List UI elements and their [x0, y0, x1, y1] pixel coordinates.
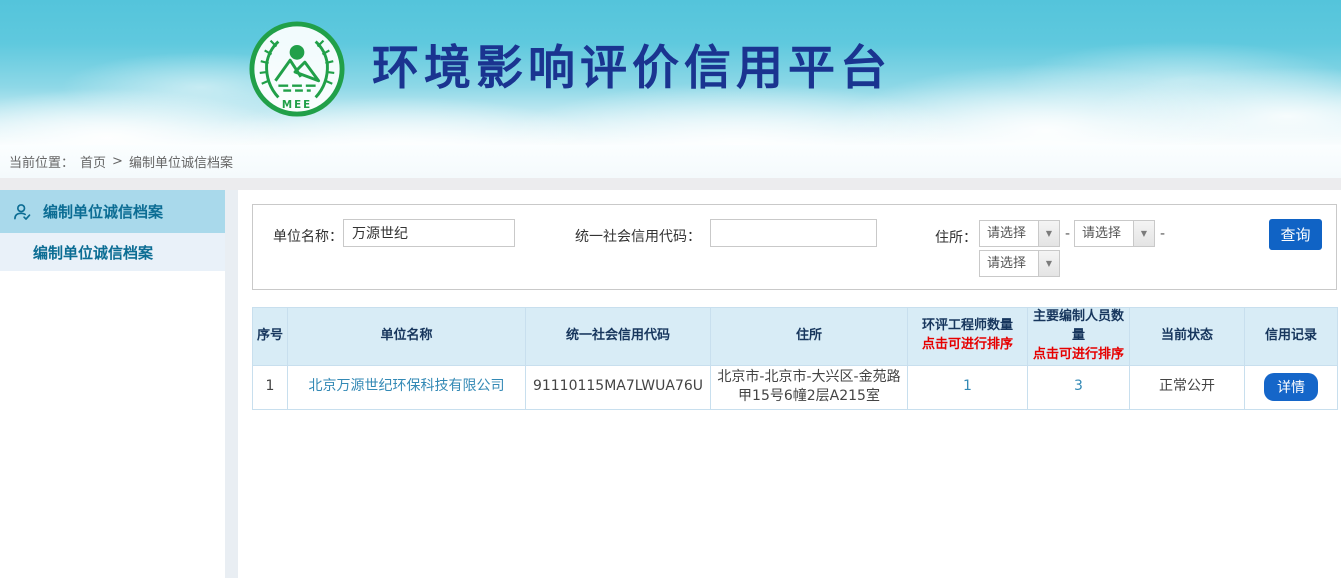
header-divider: [0, 178, 1341, 190]
row-address: 北京市-北京市-大兴区-金苑路甲15号6幢2层A215室: [711, 365, 908, 409]
col-company: 单位名称: [288, 308, 526, 366]
address-separator: -: [1160, 226, 1165, 242]
col-credit-code: 统一社会信用代码: [526, 308, 711, 366]
breadcrumb-home-link[interactable]: 首页: [80, 152, 106, 171]
row-status: 正常公开: [1130, 365, 1245, 409]
address-city-value: 请选择: [1075, 221, 1133, 246]
address-district-value: 请选择: [980, 251, 1038, 276]
staff-count-link[interactable]: 3: [1074, 378, 1083, 394]
sidebar-section-label: 编制单位诚信档案: [43, 201, 163, 222]
address-city-select[interactable]: 请选择 ▼: [1074, 220, 1155, 247]
col-index: 序号: [253, 308, 288, 366]
mee-logo-icon: MEE: [248, 20, 346, 118]
col-engineer-count-label: 环评工程师数量: [922, 318, 1013, 333]
chevron-down-icon[interactable]: ▼: [1038, 221, 1059, 246]
sidebar-item-credit-archive[interactable]: 编制单位诚信档案: [0, 233, 225, 271]
breadcrumb-prefix: 当前位置：: [9, 152, 74, 171]
page: MEE 环境影响评价信用平台 当前位置： 首页 > 编制单位诚信档案 编制单位诚…: [0, 0, 1341, 578]
brand: MEE 环境影响评价信用平台: [248, 20, 892, 118]
credit-code-input[interactable]: [710, 219, 877, 247]
col-engineer-count-sortable[interactable]: 环评工程师数量 点击可进行排序: [908, 308, 1028, 366]
col-status: 当前状态: [1130, 308, 1245, 366]
row-credit-code: 91110115MA7LWUA76U: [526, 365, 711, 409]
sort-hint: 点击可进行排序: [1028, 346, 1129, 365]
company-link[interactable]: 北京万源世纪环保科技有限公司: [309, 378, 505, 394]
content: 单位名称： 统一社会信用代码： 住所： 请选择 ▼ - 请选择 ▼ - 请选择 …: [238, 190, 1341, 578]
address-district-select[interactable]: 请选择 ▼: [979, 250, 1060, 277]
results-table: 序号 单位名称 统一社会信用代码 住所 环评工程师数量 点击可进行排序 主要编制…: [252, 307, 1338, 410]
breadcrumb-current: 编制单位诚信档案: [129, 152, 233, 171]
sort-hint: 点击可进行排序: [908, 336, 1027, 355]
address-province-select[interactable]: 请选择 ▼: [979, 220, 1060, 247]
main-area: 编制单位诚信档案 编制单位诚信档案 单位名称： 统一社会信用代码： 住所： 请选…: [0, 190, 1341, 578]
address-separator: -: [1065, 226, 1070, 242]
company-name-label: 单位名称：: [273, 226, 343, 246]
detail-button[interactable]: 详情: [1264, 373, 1318, 401]
col-staff-count-sortable[interactable]: 主要编制人员数量 点击可进行排序: [1028, 308, 1130, 366]
engineer-count-link[interactable]: 1: [963, 378, 972, 394]
sidebar-content-divider: [225, 190, 238, 578]
col-staff-count-label: 主要编制人员数量: [1033, 309, 1124, 343]
site-title: 环境影响评价信用平台: [372, 20, 892, 118]
chevron-down-icon[interactable]: ▼: [1133, 221, 1154, 246]
address-province-value: 请选择: [980, 221, 1038, 246]
sidebar: 编制单位诚信档案 编制单位诚信档案: [0, 190, 225, 578]
search-form: 单位名称： 统一社会信用代码： 住所： 请选择 ▼ - 请选择 ▼ - 请选择 …: [252, 204, 1337, 290]
row-index: 1: [253, 365, 288, 409]
breadcrumb-separator: >: [112, 154, 123, 169]
user-check-icon: [12, 202, 32, 222]
chevron-down-icon[interactable]: ▼: [1038, 251, 1059, 276]
site-header: MEE 环境影响评价信用平台: [0, 0, 1341, 145]
query-button[interactable]: 查询: [1269, 219, 1322, 250]
credit-code-label: 统一社会信用代码：: [575, 226, 701, 246]
logo-text: MEE: [282, 99, 312, 111]
breadcrumb: 当前位置： 首页 > 编制单位诚信档案: [0, 145, 1341, 178]
sidebar-item-label: 编制单位诚信档案: [33, 242, 153, 263]
col-address: 住所: [711, 308, 908, 366]
table-row: 1 北京万源世纪环保科技有限公司 91110115MA7LWUA76U 北京市-…: [253, 365, 1338, 409]
table-header-row: 序号 单位名称 统一社会信用代码 住所 环评工程师数量 点击可进行排序 主要编制…: [253, 308, 1338, 366]
company-name-input[interactable]: [343, 219, 515, 247]
address-label: 住所：: [935, 227, 977, 247]
sidebar-section-credit-archive[interactable]: 编制单位诚信档案: [0, 190, 225, 233]
col-credit-record: 信用记录: [1245, 308, 1338, 366]
